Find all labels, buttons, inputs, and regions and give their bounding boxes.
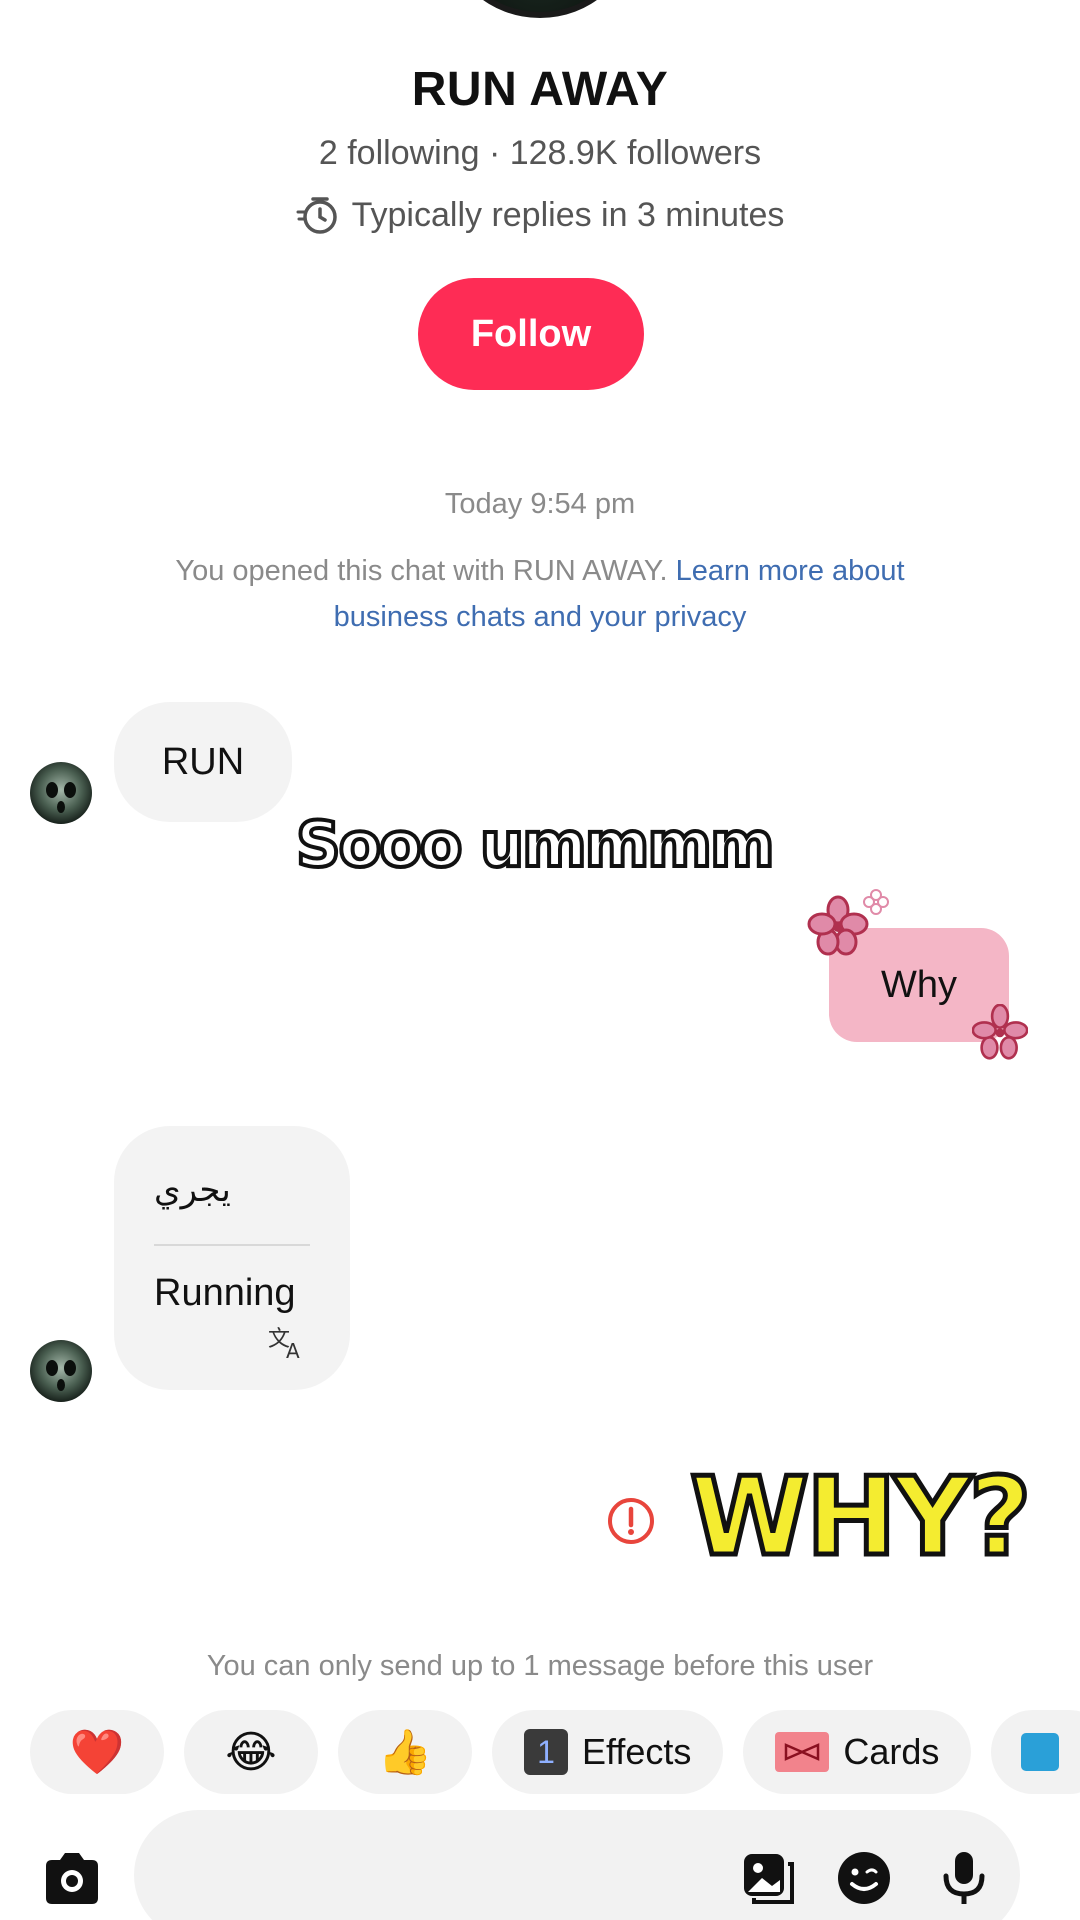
profile-name: RUN AWAY — [411, 63, 669, 116]
small-flower-icon — [863, 889, 889, 915]
reply-time-row: Typically replies in 3 minutes — [0, 193, 1080, 237]
laughing-emoji-icon[interactable]: 😂 — [184, 1710, 318, 1794]
cards-label: Cards — [843, 1731, 940, 1772]
camera-icon[interactable] — [40, 1848, 104, 1908]
composer-bar — [0, 1810, 1080, 1920]
translated-text: Running — [154, 1272, 296, 1314]
microphone-icon[interactable] — [934, 1848, 994, 1908]
message-limit-notice: You can only send up to 1 message before… — [206, 1650, 874, 1682]
follow-button[interactable]: Follow — [418, 278, 644, 390]
notice-text: You opened this chat with RUN AWAY. — [175, 555, 676, 587]
error-icon[interactable] — [606, 1496, 656, 1546]
sender-avatar[interactable] — [30, 1340, 92, 1402]
play-icon — [1021, 1733, 1060, 1771]
message-input[interactable] — [134, 1810, 1020, 1920]
translate-icon[interactable]: 文 A — [266, 1322, 310, 1366]
ghost-face-icon — [46, 782, 76, 813]
flower-icon — [972, 1004, 1028, 1060]
profile-avatar[interactable] — [448, 0, 632, 18]
thumbs-up-icon[interactable]: 👍 — [338, 1710, 472, 1794]
ghost-face-icon — [46, 1360, 76, 1391]
original-text: يجري — [154, 1170, 231, 1210]
effects-badge: 1 — [524, 1729, 568, 1775]
flower-icon — [807, 895, 869, 956]
quick-actions-bar: ❤️ 😂 👍 1 Effects Cards — [30, 1710, 1080, 1794]
message-bubble-incoming[interactable]: RUN — [114, 702, 292, 822]
profile-stats: 2 following · 128.9K followers — [318, 134, 762, 172]
emoji-icon[interactable] — [834, 1848, 894, 1908]
translation-divider — [154, 1244, 310, 1246]
privacy-notice: You opened this chat with RUN AWAY. Lear… — [120, 548, 960, 640]
message-bubble-translated[interactable]: يجري Running 文 A — [114, 1126, 350, 1390]
heart-icon[interactable]: ❤️ — [30, 1710, 164, 1794]
reply-time-text: Typically replies in 3 minutes — [351, 195, 785, 234]
cards-button[interactable]: Cards — [743, 1710, 972, 1794]
why-sticker[interactable]: WHY? — [687, 1453, 1033, 1583]
caption-overlay: Sooo ummmm — [294, 806, 777, 883]
more-actions-chip[interactable] — [991, 1710, 1080, 1794]
gallery-icon[interactable] — [738, 1848, 798, 1908]
effects-button[interactable]: 1 Effects — [492, 1710, 724, 1794]
cards-icon — [775, 1732, 830, 1772]
timer-icon — [296, 197, 337, 234]
svg-text:A: A — [286, 1339, 300, 1363]
effects-label: Effects — [582, 1731, 692, 1772]
sender-avatar[interactable] — [30, 762, 92, 824]
chat-timestamp: Today 9:54 pm — [444, 488, 636, 520]
